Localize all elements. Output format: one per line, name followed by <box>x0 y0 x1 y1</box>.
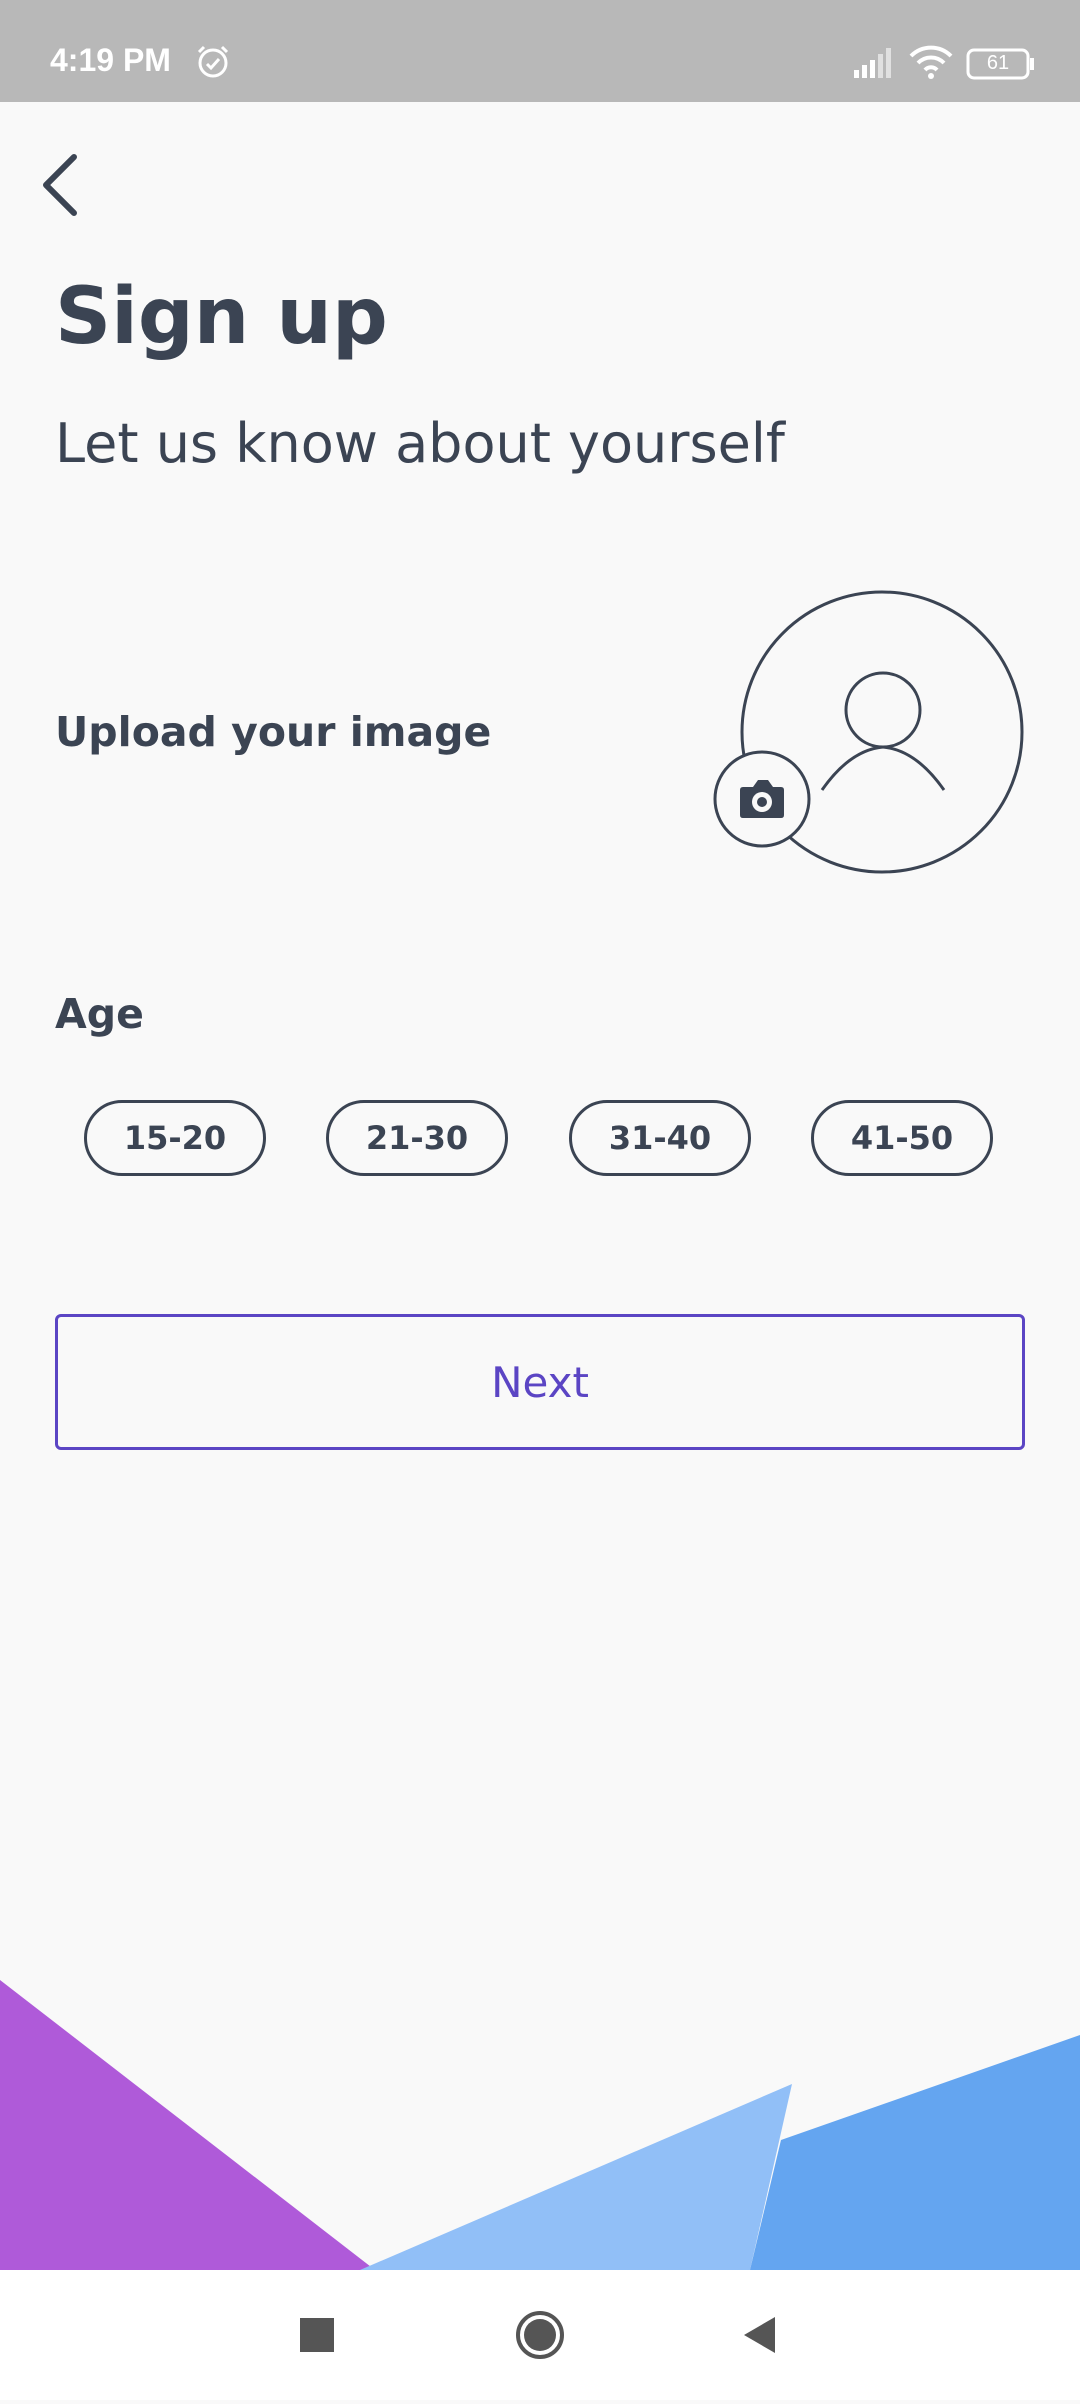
signal-icon <box>854 48 891 78</box>
next-button[interactable]: Next <box>55 1314 1025 1450</box>
status-bar: 4:19 PM 61 <box>0 0 1080 102</box>
system-nav-bar <box>0 2270 1080 2400</box>
recents-square-icon <box>300 2318 334 2352</box>
decor-purple-triangle <box>0 1980 375 2270</box>
home-button[interactable] <box>480 2270 600 2400</box>
age-option-15-20[interactable]: 15-20 <box>84 1100 266 1176</box>
wifi-icon <box>909 45 953 79</box>
upload-image-label: Upload your image <box>55 708 492 756</box>
decorative-shapes <box>0 1980 1080 2270</box>
chevron-left-icon <box>43 154 77 216</box>
decor-blue-shape <box>750 2035 1080 2270</box>
avatar-upload[interactable] <box>710 585 1030 880</box>
page-subtitle: Let us know about yourself <box>55 412 785 475</box>
age-label: Age <box>55 990 144 1038</box>
alarm-icon <box>197 45 229 78</box>
age-options: 15-20 21-30 31-40 41-50 <box>84 1100 996 1176</box>
battery-level: 61 <box>986 52 1010 74</box>
page-title: Sign up <box>55 272 388 362</box>
age-option-41-50[interactable]: 41-50 <box>811 1100 993 1176</box>
camera-button[interactable] <box>713 750 811 848</box>
decor-light-blue-shape <box>360 2084 792 2270</box>
home-circle-icon <box>516 2311 564 2359</box>
recents-button[interactable] <box>257 2270 377 2400</box>
status-time: 4:19 PM <box>50 42 171 78</box>
back-nav-button[interactable] <box>700 2270 820 2400</box>
back-triangle-icon <box>744 2317 775 2353</box>
age-option-31-40[interactable]: 31-40 <box>569 1100 751 1176</box>
back-button[interactable] <box>28 140 118 230</box>
age-option-21-30[interactable]: 21-30 <box>326 1100 508 1176</box>
